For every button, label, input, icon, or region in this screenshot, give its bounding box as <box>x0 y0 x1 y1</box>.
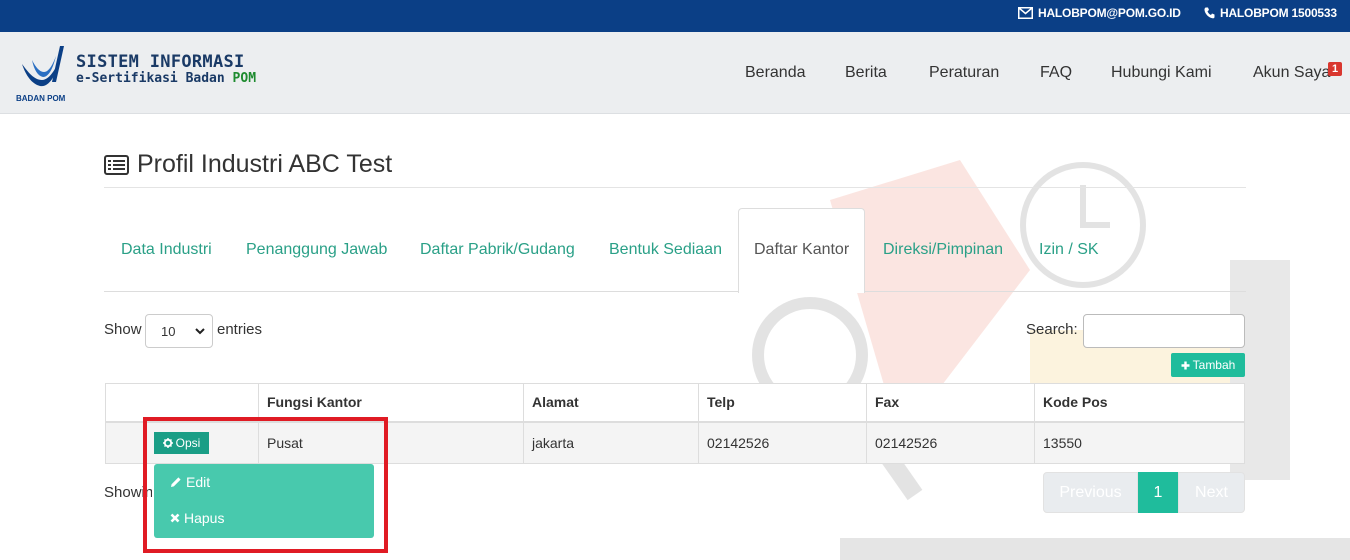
contact-email[interactable]: HALOBPOM@POM.GO.ID <box>1018 6 1181 20</box>
add-office-label: Tambah <box>1192 358 1236 372</box>
tab-daftar-kantor[interactable]: Daftar Kantor <box>754 241 849 259</box>
search-label: Search: <box>1026 321 1078 338</box>
page-title: Profil Industri ABC Test <box>104 150 392 179</box>
title-divider <box>104 187 1246 188</box>
nav-berita[interactable]: Berita <box>845 64 887 82</box>
nav-peraturan[interactable]: Peraturan <box>929 64 999 82</box>
tab-daftar-pabrik-gudang[interactable]: Daftar Pabrik/Gudang <box>420 241 575 259</box>
pagination-page-1[interactable]: 1 <box>1138 472 1178 513</box>
page-title-text: Profil Industri ABC Test <box>137 150 393 178</box>
entries-select-value: 10 <box>161 324 176 339</box>
column-header-fax[interactable]: Fax <box>866 383 1035 423</box>
tab-direksi-pimpinan[interactable]: Direksi/Pimpinan <box>883 241 1003 259</box>
pagination-next[interactable]: Next <box>1178 472 1245 513</box>
column-header-telp[interactable]: Telp <box>698 383 867 423</box>
main-navbar: BADAN POM SISTEM INFORMASI e-Sertifikasi… <box>0 32 1350 114</box>
cell-kode-pos: 13550 <box>1034 421 1245 464</box>
highlight-frame <box>143 417 388 553</box>
envelope-icon <box>1018 7 1033 19</box>
top-contact-bar: HALOBPOM@POM.GO.ID HALOBPOM 1500533 <box>0 0 1350 32</box>
brand-subtitle: e-Sertifikasi Badan POM <box>76 71 256 86</box>
brand-subtitle-text: e-Sertifikasi Badan <box>76 71 225 86</box>
contact-phone-text: HALOBPOM 1500533 <box>1220 6 1337 20</box>
column-header-alamat[interactable]: Alamat <box>523 383 699 423</box>
tab-izin-sk[interactable]: Izin / SK <box>1039 241 1099 259</box>
column-header-kode-pos[interactable]: Kode Pos <box>1034 383 1245 423</box>
nav-akun-saya[interactable]: Akun Saya <box>1253 64 1330 82</box>
list-alt-icon <box>104 154 129 175</box>
brand-subtitle-highlight: POM <box>232 71 257 86</box>
cell-telp: 02142526 <box>698 421 867 464</box>
phone-icon <box>1204 7 1215 19</box>
add-office-button[interactable]: Tambah <box>1171 353 1245 377</box>
search-input[interactable] <box>1083 314 1245 348</box>
tab-penanggung-jawab[interactable]: Penanggung Jawab <box>246 241 387 259</box>
pagination-previous[interactable]: Previous <box>1043 472 1138 513</box>
tab-data-industri[interactable]: Data Industri <box>121 241 212 259</box>
tabs-divider <box>104 291 1246 292</box>
background-illustration <box>752 160 1350 560</box>
table-header-row: Fungsi Kantor Alamat Telp Fax Kode Pos <box>105 383 1245 423</box>
tab-bentuk-sediaan[interactable]: Bentuk Sediaan <box>609 241 722 259</box>
cell-fax: 02142526 <box>866 421 1035 464</box>
column-header-actions[interactable] <box>105 383 259 423</box>
nav-hubungi-kami[interactable]: Hubungi Kami <box>1111 64 1212 82</box>
brand-title: SISTEM INFORMASI <box>76 52 245 72</box>
contact-phone[interactable]: HALOBPOM 1500533 <box>1204 6 1337 20</box>
nav-faq[interactable]: FAQ <box>1040 64 1072 82</box>
entries-label: entries <box>217 321 263 338</box>
cell-alamat: jakarta <box>523 421 699 464</box>
nav-beranda[interactable]: Beranda <box>745 64 806 82</box>
logo-caption: BADAN POM <box>16 94 66 103</box>
account-notification-badge: 1 <box>1328 62 1343 76</box>
column-header-fungsi-kantor[interactable]: Fungsi Kantor <box>258 383 524 423</box>
plus-icon <box>1181 361 1190 369</box>
show-label: Show <box>104 321 142 338</box>
entries-select[interactable]: 10 <box>145 314 213 348</box>
pagination: Previous 1 Next <box>1043 472 1245 513</box>
chevron-down-icon <box>195 328 205 335</box>
contact-email-text: HALOBPOM@POM.GO.ID <box>1038 6 1181 20</box>
